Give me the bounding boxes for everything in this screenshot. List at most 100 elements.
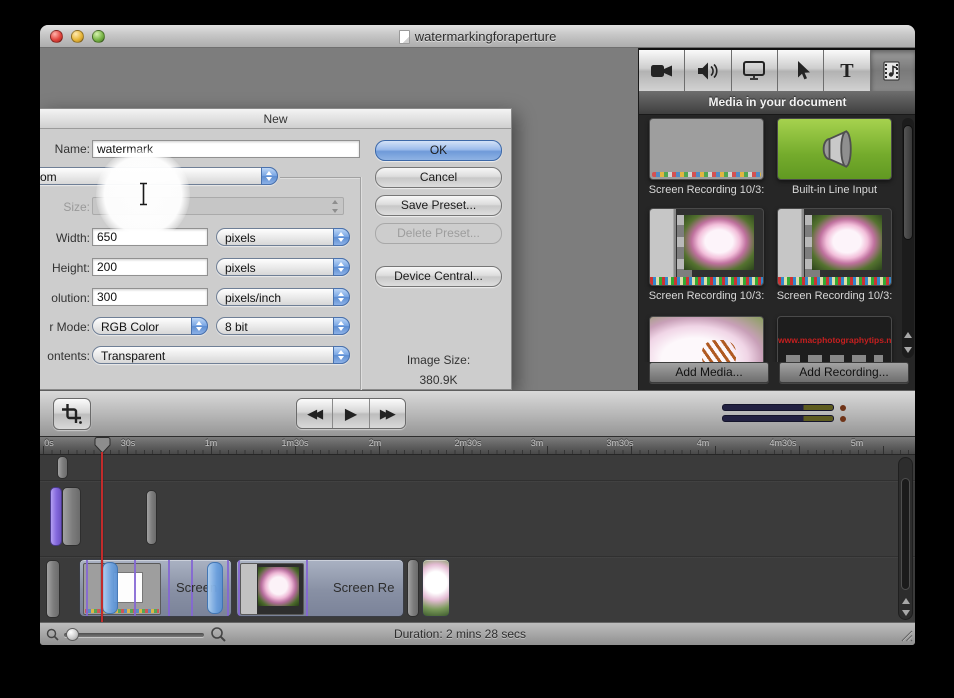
- media-item-label: Built-in Line Input: [774, 184, 895, 196]
- ok-button[interactable]: OK: [375, 140, 502, 161]
- clip-thumbnail: [83, 563, 161, 615]
- contents-value: Transparent: [101, 349, 165, 363]
- tab-pointer[interactable]: [778, 50, 824, 91]
- zoom-in-icon[interactable]: [210, 626, 227, 643]
- meter-bar: [722, 404, 834, 411]
- track-divider: [40, 556, 915, 558]
- timeline-clip[interactable]: [57, 456, 68, 479]
- timeline-clip[interactable]: [50, 487, 62, 546]
- panel-toolbar: T: [639, 48, 915, 91]
- title-bar[interactable]: watermarkingforaperture: [40, 25, 915, 48]
- timeline-clip[interactable]: [46, 560, 60, 618]
- rewind-icon: ◀◀: [307, 406, 319, 422]
- media-panel: T Media in your document Screen Recordin…: [638, 48, 915, 390]
- tab-text[interactable]: T: [824, 50, 870, 91]
- lily-photo: [684, 215, 754, 270]
- color-mode-value: RGB Color: [101, 320, 159, 334]
- scroll-down-icon[interactable]: [904, 347, 912, 353]
- media-item-thumbnail[interactable]: [649, 316, 764, 362]
- group-border-top: [280, 177, 360, 178]
- timeline-clip-screen-recording[interactable]: Screen Re: [236, 559, 404, 617]
- height-field[interactable]: [92, 258, 208, 276]
- resolution-field[interactable]: [92, 288, 208, 306]
- text-tool-icon: T: [840, 61, 853, 81]
- media-item-thumbnail[interactable]: [777, 118, 892, 180]
- ruler-label: 2m30s: [454, 438, 481, 448]
- bit-depth-select[interactable]: 8 bit: [216, 317, 350, 335]
- duration-text: Duration: 2 mins 28 secs: [320, 627, 600, 641]
- web-icons-row: [786, 355, 883, 362]
- display-icon: [742, 60, 766, 81]
- ruler-label: 2m: [369, 438, 382, 448]
- zoom-slider-track[interactable]: [64, 633, 204, 637]
- resolution-unit-select[interactable]: pixels/inch: [216, 288, 350, 306]
- marker-line: [86, 560, 88, 616]
- image-size-value: 380.9K: [375, 373, 502, 387]
- stepper-icon: [333, 288, 350, 306]
- media-item-thumbnail[interactable]: [649, 118, 764, 180]
- scroll-down-icon[interactable]: [902, 610, 910, 616]
- lily-photo: [812, 215, 882, 270]
- height-unit-select[interactable]: pixels: [216, 258, 350, 276]
- timeline-tracks[interactable]: Screen Screen Re: [40, 455, 915, 622]
- zoom-out-icon[interactable]: [46, 628, 60, 642]
- tab-display[interactable]: [732, 50, 778, 91]
- scrollbar-thumb[interactable]: [901, 478, 910, 590]
- width-unit-select[interactable]: pixels: [216, 228, 350, 246]
- contents-select[interactable]: Transparent: [92, 346, 350, 364]
- tab-audio[interactable]: [685, 50, 731, 91]
- action-marker[interactable]: [102, 562, 118, 614]
- dock-strip: [778, 277, 891, 285]
- media-item-thumbnail[interactable]: www.macphotographytips.net: [777, 316, 892, 362]
- action-marker[interactable]: [207, 562, 223, 614]
- resize-grip[interactable]: [899, 628, 913, 642]
- ruler-label: 30s: [121, 438, 136, 448]
- panel-header: Media in your document: [639, 91, 915, 115]
- fast-forward-button[interactable]: ▶▶: [370, 399, 405, 428]
- add-recording-button[interactable]: Add Recording...: [779, 362, 909, 383]
- ruler-label: 3m: [531, 438, 544, 448]
- rewind-button[interactable]: ◀◀: [297, 399, 333, 428]
- color-mode-select[interactable]: RGB Color: [92, 317, 208, 335]
- timeline-clip[interactable]: [407, 559, 419, 617]
- height-label: Height:: [40, 261, 90, 275]
- scroll-up-icon[interactable]: [902, 598, 910, 604]
- ruler-label: 4m: [697, 438, 710, 448]
- transport-toolbar: ◀◀ ▶ ▶▶: [40, 390, 915, 437]
- timeline-clip[interactable]: [146, 490, 157, 545]
- scroll-up-icon[interactable]: [904, 332, 912, 338]
- tracks-scrollbar[interactable]: [898, 457, 913, 620]
- timeline-clip[interactable]: [422, 559, 450, 617]
- fast-forward-icon: ▶▶: [380, 406, 392, 422]
- contents-label: ontents:: [40, 349, 90, 363]
- name-label: Name:: [40, 142, 90, 156]
- stepper-icon: [333, 258, 350, 276]
- timeline-clip[interactable]: [62, 487, 81, 546]
- media-scrollbar[interactable]: [902, 118, 914, 358]
- device-central-button[interactable]: Device Central...: [375, 266, 502, 287]
- lily-photo: [258, 567, 299, 606]
- crop-button[interactable]: [53, 398, 91, 430]
- marker-line: [134, 560, 136, 616]
- media-browser-icon: [881, 60, 905, 82]
- scrollbar-thumb[interactable]: [903, 125, 913, 240]
- resolution-label: olution:: [40, 291, 90, 305]
- stepper-icon: [333, 228, 350, 246]
- app-window: watermarkingforaperture New Name: om Siz…: [40, 25, 915, 645]
- tab-video-camera[interactable]: [639, 50, 685, 91]
- playback-controls: ◀◀ ▶ ▶▶: [296, 398, 406, 429]
- play-button[interactable]: ▶: [333, 399, 369, 428]
- media-item-thumbnail[interactable]: [777, 208, 892, 286]
- zoom-slider-knob[interactable]: [66, 628, 79, 641]
- crop-icon: [61, 403, 83, 425]
- timeline-ruler[interactable]: 0s 30s 1m 1m30s 2m 2m30s 3m 3m30s 4m 4m3…: [40, 437, 915, 455]
- ruler-label: 4m30s: [769, 438, 796, 448]
- bit-depth-value: 8 bit: [225, 320, 248, 334]
- cancel-button[interactable]: Cancel: [375, 167, 502, 188]
- add-media-button[interactable]: Add Media...: [649, 362, 769, 383]
- ruler-label: 5m: [851, 438, 864, 448]
- tab-media-browser[interactable]: [871, 50, 915, 91]
- video-preview-canvas[interactable]: New Name: om Size: Width: pixels Height:: [40, 48, 638, 390]
- save-preset-button[interactable]: Save Preset...: [375, 195, 502, 216]
- media-item-thumbnail[interactable]: [649, 208, 764, 286]
